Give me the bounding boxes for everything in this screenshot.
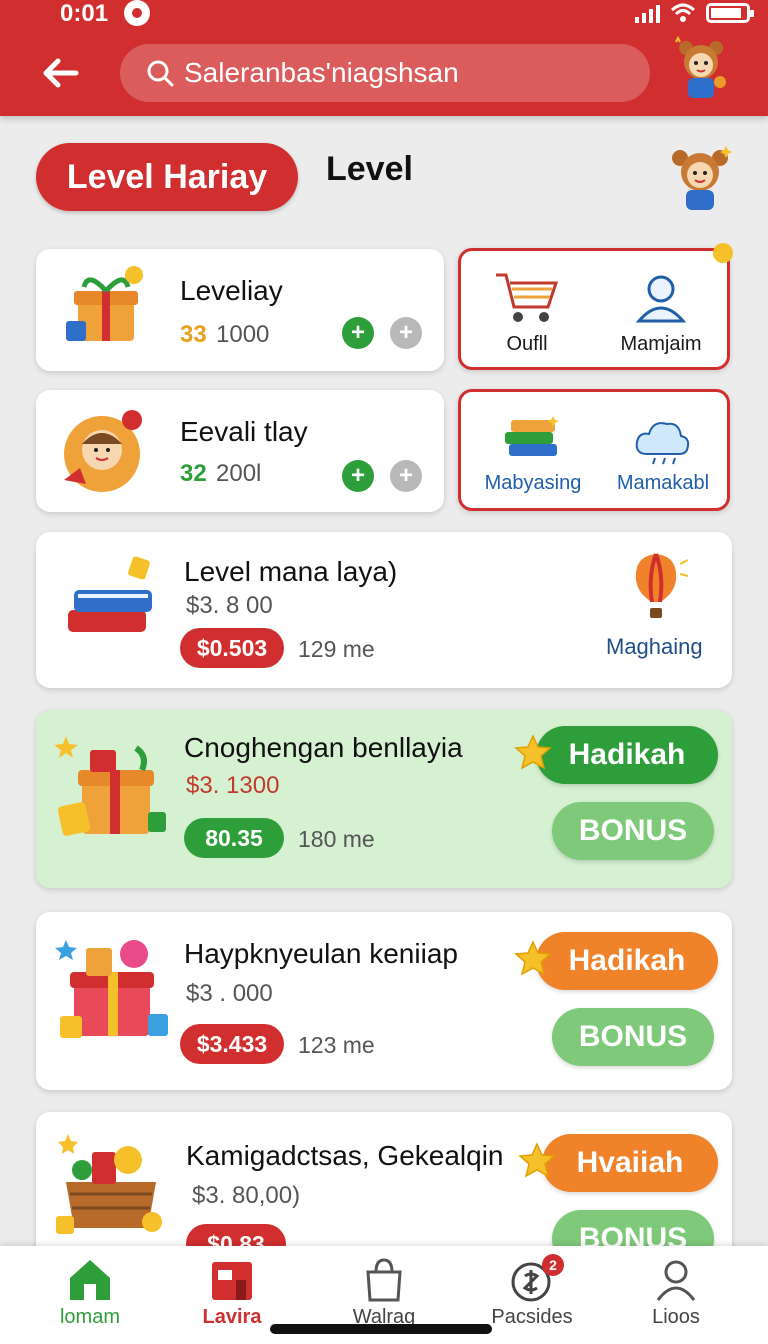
offer-meta: 123 me: [298, 1032, 375, 1058]
add-secondary-button[interactable]: +: [390, 460, 422, 492]
nav-label: Pacsides: [491, 1306, 573, 1328]
star-icon: [518, 1142, 556, 1178]
gift-box-icon: [54, 736, 166, 836]
shortcut-label: Mamjaim: [620, 333, 702, 355]
shopping-cart-icon: [496, 273, 559, 322]
home-icon: [70, 1260, 110, 1300]
shortcut-profile[interactable]: Mamjaim: [601, 269, 721, 356]
battery-icon: [706, 3, 754, 23]
store-icon: [212, 1262, 252, 1300]
tab-level-hariay[interactable]: Level Hariay: [36, 143, 298, 211]
mascot-avatar-icon[interactable]: [668, 36, 734, 102]
gift-box-icon: [55, 940, 168, 1038]
card-title: Eevali tlay: [180, 416, 308, 447]
signal-icon: [635, 3, 660, 23]
offer-card[interactable]: Level mana laya) $3. 8 00 $0.503 129 me …: [36, 532, 732, 688]
offer-title: Kamigadctsas, Gekealqin: [186, 1140, 504, 1171]
offer-meta: 180 me: [298, 826, 375, 852]
search-bar[interactable]: Saleranbas'niagshsan: [120, 44, 650, 102]
nav-item-home[interactable]: lomam: [20, 1256, 160, 1329]
nav-badge: 2: [542, 1254, 564, 1276]
offer-meta: 129 me: [298, 636, 375, 662]
bonus-button[interactable]: BONUS: [552, 802, 714, 860]
shortcut-cart[interactable]: Oufll: [477, 269, 577, 356]
level-card[interactable]: Eevali tlay 32 200l + +: [36, 390, 444, 512]
shortcut-card: Oufll Mamjaim: [458, 243, 733, 370]
nav-item-pacsides[interactable]: 2 Pacsides: [462, 1254, 602, 1329]
cloud-icon: [635, 422, 690, 465]
bonus-button[interactable]: BONUS: [552, 1008, 714, 1066]
offer-price-chip[interactable]: 80.35: [184, 818, 284, 858]
search-icon: [147, 60, 174, 87]
offer-title: Cnoghengan benllayia: [184, 732, 463, 763]
status-icons: [635, 2, 754, 24]
offer-price: $3 . 000: [186, 980, 273, 1007]
star-icon: [514, 940, 552, 976]
offer-price-chip[interactable]: $3.433: [180, 1024, 284, 1064]
tab-level[interactable]: Level: [326, 150, 413, 189]
nav-label: Lioos: [652, 1306, 700, 1328]
add-secondary-button[interactable]: +: [390, 317, 422, 349]
user-profile-icon: [635, 275, 687, 323]
nav-item-walrag[interactable]: Walrag: [314, 1256, 454, 1329]
card-level-number: 33: [180, 321, 207, 348]
books-icon: [68, 556, 152, 632]
shortcut-label: Oufll: [506, 333, 548, 355]
nav-label: lomam: [59, 1306, 120, 1328]
offer-title: Haypknyeulan keniiap: [184, 938, 458, 969]
app-header: 0:01 Saleranbas'niagshsan: [0, 0, 768, 116]
card-value: 1000: [216, 321, 270, 348]
offer-title: Level mana laya): [184, 556, 398, 587]
star-icon: [514, 734, 552, 770]
gift-box-icon: [66, 266, 143, 341]
shortcut-cloud[interactable]: Mamakabl: [601, 414, 725, 495]
wifi-icon: [670, 3, 696, 22]
mascot-avatar-icon[interactable]: [664, 142, 736, 214]
hadiah-reward-button[interactable]: Hadikah: [536, 932, 718, 990]
offer-price: $3. 1300: [186, 772, 280, 799]
hot-air-balloon-icon: [635, 553, 689, 618]
nav-item-profile[interactable]: Lioos: [606, 1256, 746, 1329]
books-icon: [505, 416, 559, 456]
offer-card[interactable]: Haypknyeulan keniiap $3 . 000 $3.433 123…: [36, 912, 732, 1090]
shortcut-label: Mamakabl: [616, 472, 710, 494]
shopping-bag-icon: [366, 1258, 402, 1302]
shortcut-card: Mabyasing Mamakabl: [458, 389, 730, 511]
offer-price: $3. 80,00): [192, 1182, 301, 1209]
side-label[interactable]: Maghaing: [606, 634, 703, 660]
search-text: Saleranbas'niagshsan: [184, 57, 459, 88]
notification-dot-icon: [713, 243, 733, 263]
user-icon: [656, 1260, 696, 1301]
level-card[interactable]: Leveliay 33 1000 + +: [36, 249, 444, 371]
nav-item-lavira[interactable]: Lavira: [162, 1256, 302, 1329]
treasure-basket-icon: [56, 1134, 162, 1234]
record-indicator-icon: [124, 0, 150, 26]
offer-card[interactable]: Cnoghengan benllayia $3. 1300 80.35 180 …: [36, 710, 732, 888]
shortcut-books[interactable]: Mabyasing: [471, 414, 595, 495]
hadiah-reward-button[interactable]: Hvaiiah: [542, 1134, 718, 1192]
character-avatar-icon: [64, 410, 142, 492]
home-indicator[interactable]: [270, 1324, 492, 1334]
add-button[interactable]: +: [342, 460, 374, 492]
add-button[interactable]: +: [342, 317, 374, 349]
back-arrow-icon[interactable]: [38, 50, 84, 96]
nav-label: Lavira: [202, 1306, 262, 1328]
shortcut-label: Mabyasing: [484, 472, 582, 494]
offer-price: $3. 8 00: [186, 592, 273, 619]
card-title: Leveliay: [180, 275, 283, 306]
offer-price-chip[interactable]: $0.503: [180, 628, 284, 668]
card-level-number: 32: [180, 460, 207, 487]
hadiah-reward-button[interactable]: Hadikah: [536, 726, 718, 784]
card-value: 200l: [216, 460, 262, 487]
status-time: 0:01: [60, 0, 109, 27]
